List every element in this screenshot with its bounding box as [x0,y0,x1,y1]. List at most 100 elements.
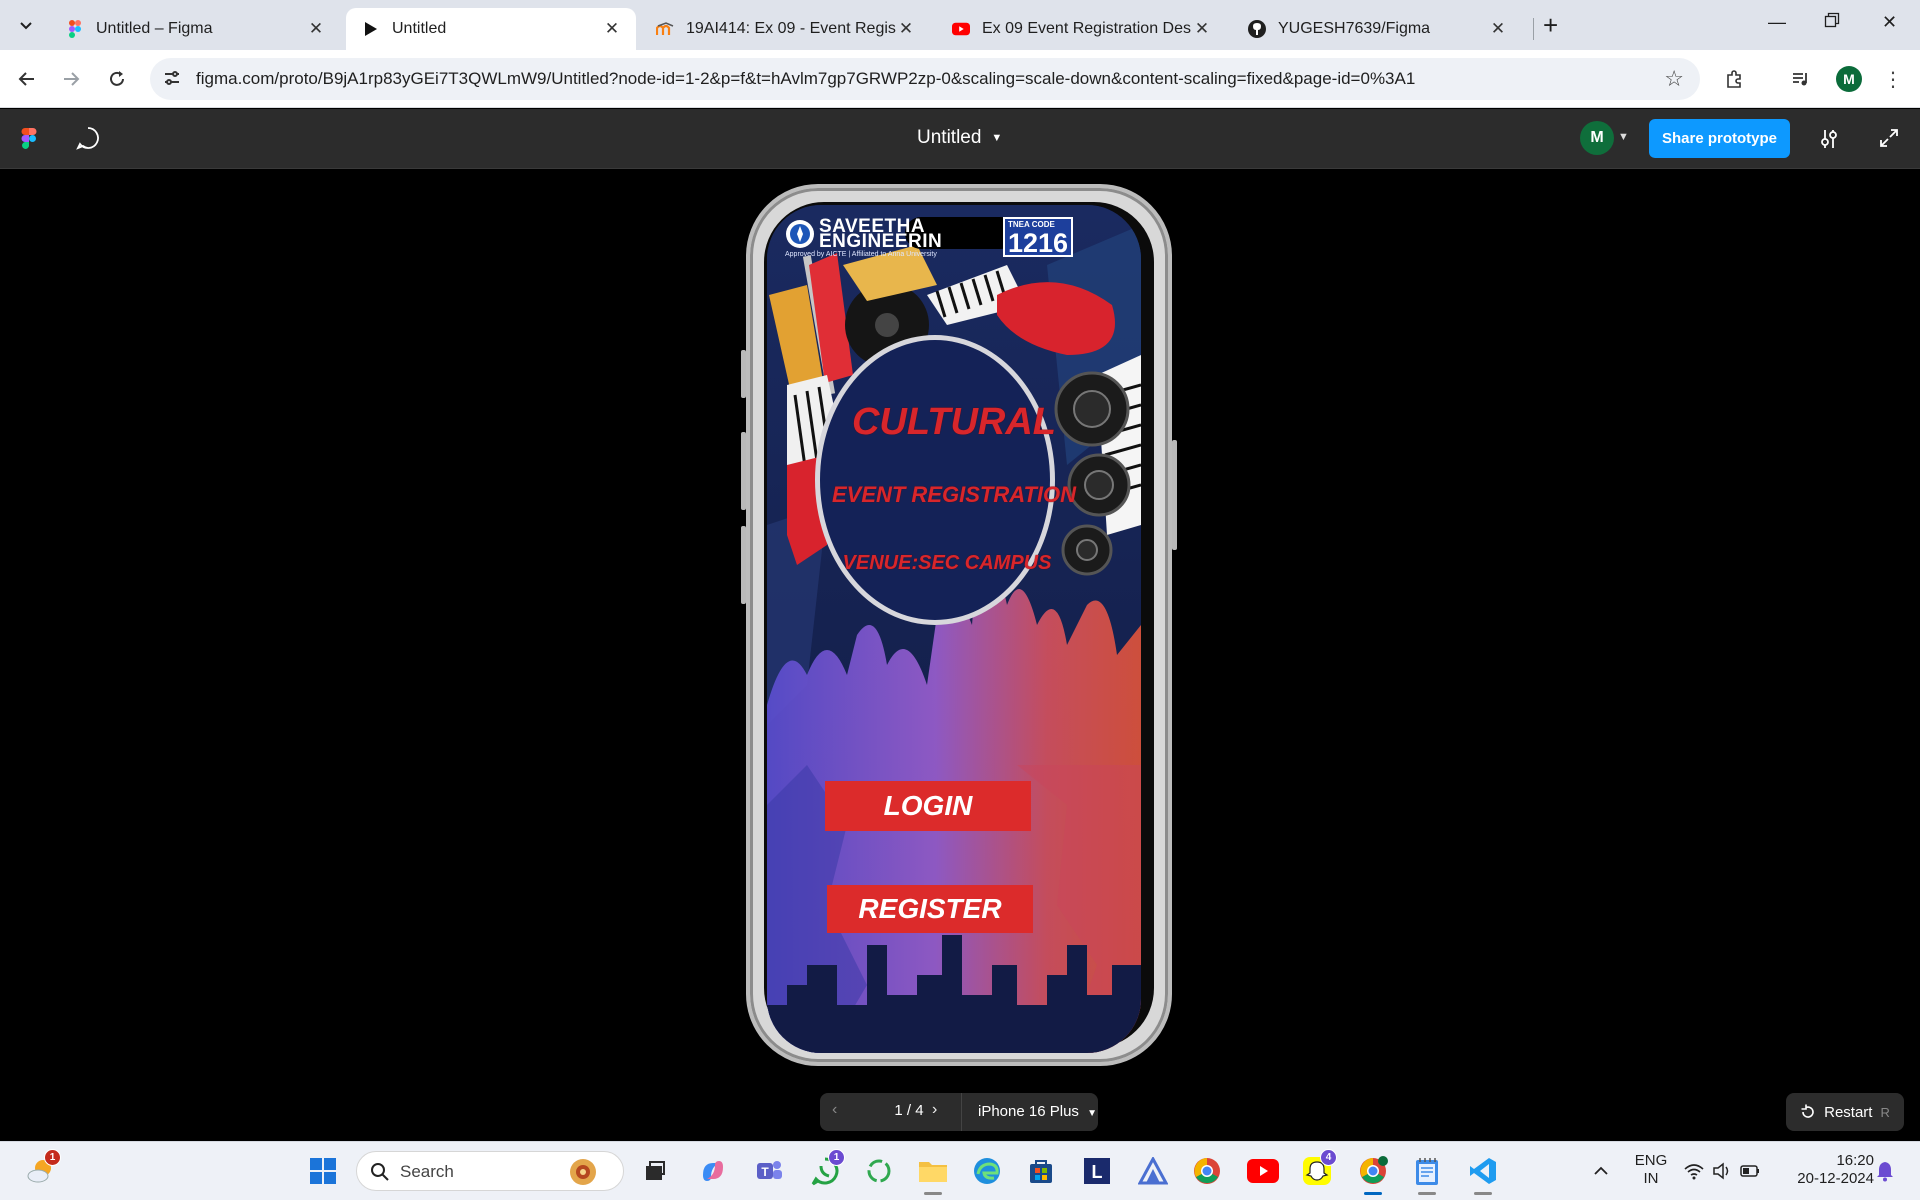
clock[interactable]: 16:20 20-12-2024 [1780,1152,1874,1188]
wifi-icon [1684,1164,1704,1180]
store-app[interactable] [1024,1154,1058,1188]
next-frame-button[interactable]: › [932,1101,937,1119]
restart-label: Restart [1824,1103,1873,1121]
affinity-app[interactable] [1136,1154,1170,1188]
close-window-button[interactable]: ✕ [1882,12,1897,33]
chevron-down-icon[interactable]: ▼ [1618,131,1629,143]
tab-search-button[interactable] [12,11,40,39]
figma-prototype-header: Untitled ▼ M ▼ Share prototype [0,109,1920,169]
start-button[interactable] [306,1154,340,1188]
close-icon[interactable]: ✕ [306,19,326,39]
copilot-app[interactable] [696,1154,730,1188]
previous-frame-button[interactable]: ‹ [832,1101,837,1119]
comment-icon[interactable] [76,126,100,155]
refresh-app[interactable] [862,1154,896,1188]
notepad-app[interactable] [1410,1154,1444,1195]
notification-badge: 4 [1320,1149,1337,1166]
prototype-settings-icon[interactable] [1818,128,1840,155]
close-icon[interactable]: ✕ [1192,19,1212,39]
reload-icon [110,71,124,86]
forward-button[interactable] [56,64,86,94]
clock-time: 16:20 [1836,1152,1874,1169]
back-button[interactable] [12,64,42,94]
tab-prototype[interactable]: Untitled ✕ [346,8,636,50]
tab-github[interactable]: YUGESH7639/Figma ✕ [1232,8,1522,50]
poster-subtitle: EVENT REGISTRATION [831,482,1077,507]
weather-widget[interactable]: 1 [24,1149,61,1188]
bookmark-star-icon[interactable]: ☆ [1664,66,1684,92]
file-title: Untitled [917,127,982,148]
tab-title: Untitled – Figma [96,20,213,37]
svg-text:T: T [761,1165,769,1179]
windows-taskbar: 1 Search T 1 L 4 ENG IN 16:20 20-12-2024 [0,1141,1920,1200]
chrome-app[interactable] [1190,1154,1224,1188]
chevron-down-icon: ▼ [991,132,1003,144]
address-bar[interactable]: figma.com/proto/B9jA1rp83yGEi7T3QWLmW9/U… [150,58,1700,100]
figma-logo-icon[interactable] [21,128,37,155]
notification-badge: 1 [44,1149,61,1166]
whatsapp-app[interactable]: 1 [808,1149,845,1188]
chrome-icon [1194,1158,1220,1184]
moodle-icon [656,20,674,38]
snapchat-app[interactable]: 4 [1300,1149,1337,1188]
l-app[interactable]: L [1080,1154,1114,1188]
counselling-code: 1216 [1008,228,1069,258]
youtube-app[interactable] [1246,1154,1280,1188]
github-icon [1248,20,1266,38]
close-icon[interactable]: ✕ [1488,19,1508,39]
taskbar-search[interactable]: Search [356,1151,624,1191]
tab-figma-file[interactable]: Untitled – Figma ✕ [50,8,340,50]
chevron-down-icon: ▼ [1087,1108,1097,1119]
search-icon [371,1163,389,1181]
chrome-profile-app[interactable] [1356,1154,1390,1195]
tab-separator [1533,18,1534,40]
running-indicator [924,1192,942,1195]
prototype-canvas: SAVEETHA ENGINEERIN Approved by AICTE | … [0,170,1920,1141]
media-control-icon[interactable] [1786,64,1816,94]
login-button[interactable]: LOGIN [825,781,1031,831]
task-view-icon [646,1161,665,1180]
prototype-screen: SAVEETHA ENGINEERIN Approved by AICTE | … [767,205,1141,1053]
vscode-app[interactable] [1466,1154,1500,1195]
youtube-icon [1247,1159,1279,1183]
task-view-button[interactable] [638,1154,672,1188]
tab-moodle[interactable]: 19AI414: Ex 09 - Event Registrat ✕ [640,8,930,50]
restart-button[interactable]: Restart R [1786,1093,1904,1131]
browser-tab-strip: Untitled – Figma ✕ Untitled ✕ 19AI414: E… [0,0,1920,50]
site-settings-icon[interactable] [162,68,182,93]
close-icon[interactable]: ✕ [896,19,916,39]
chevron-up-icon [1594,1166,1608,1175]
tab-title: Ex 09 Event Registration Design [982,20,1192,37]
close-icon[interactable]: ✕ [602,19,622,39]
new-tab-button[interactable]: + [1543,12,1558,38]
register-button[interactable]: REGISTER [827,885,1033,933]
edge-app[interactable] [970,1154,1004,1188]
arrow-right-icon [64,72,80,86]
reload-button[interactable] [102,64,132,94]
quick-settings-button[interactable] [1680,1154,1764,1188]
chrome-icon [1360,1156,1388,1184]
file-explorer-app[interactable] [916,1154,950,1195]
copilot-icon [703,1161,723,1181]
battery-icon [1740,1165,1759,1177]
teams-app[interactable]: T [752,1154,786,1188]
language-indicator[interactable]: ENG IN [1626,1152,1676,1188]
browser-profile-avatar[interactable]: M [1836,66,1862,92]
file-title-menu[interactable]: Untitled ▼ [917,127,1002,149]
restore-button[interactable] [1824,12,1840,33]
fullscreen-icon[interactable] [1879,128,1899,153]
tab-youtube[interactable]: Ex 09 Event Registration Design ✕ [936,8,1226,50]
svg-text:L: L [1092,1162,1103,1182]
circular-arrows-icon [867,1159,891,1183]
notifications-button[interactable] [1868,1154,1902,1188]
arrow-left-icon [18,72,34,86]
more-menu-icon[interactable]: ⋮ [1878,64,1908,94]
notepad-icon [1416,1158,1438,1185]
share-prototype-button[interactable]: Share prototype [1649,119,1790,158]
minimize-button[interactable]: — [1768,12,1786,33]
user-avatar[interactable]: M [1580,121,1614,155]
device-select[interactable]: iPhone 16 Plus ▼ [978,1103,1097,1120]
url-text: figma.com/proto/B9jA1rp83yGEi7T3QWLmW9/U… [196,69,1416,88]
extensions-icon[interactable] [1720,64,1750,94]
show-hidden-icons-button[interactable] [1584,1154,1618,1188]
